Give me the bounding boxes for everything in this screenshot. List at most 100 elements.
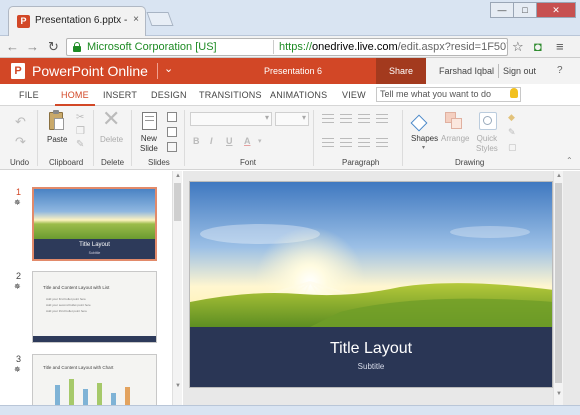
underline-button[interactable]: U (226, 136, 233, 146)
browser-titlebar: P Presentation 6.pptx - Micr × — □ ✕ (0, 0, 580, 36)
font-name-select[interactable] (190, 112, 272, 126)
shape-outline-icon[interactable]: ✎ (508, 127, 516, 138)
shape-effects-icon[interactable]: ▢ (508, 142, 517, 153)
group-label-slides: Slides (148, 158, 170, 167)
document-title[interactable]: Presentation 6 (264, 66, 322, 76)
group-label-undo: Undo (10, 158, 30, 167)
browser-tab[interactable]: P Presentation 6.pptx - Micr × (8, 6, 146, 36)
url-text[interactable]: https://onedrive.live.com/edit.aspx?resi… (279, 41, 507, 53)
thumb-chart-bar (97, 383, 102, 405)
decrease-indent-icon[interactable] (358, 114, 370, 123)
user-name[interactable]: Farshad Iqbal (439, 66, 494, 76)
bold-button[interactable]: B (193, 136, 200, 146)
scroll-down-icon[interactable]: ▼ (556, 391, 562, 397)
thumb-title: Title and Content Layout with Chart (43, 365, 114, 370)
duplicate-slide-icon[interactable] (167, 127, 177, 137)
undo-icon[interactable]: ↶ (15, 114, 26, 130)
slide-editor[interactable]: Title Layout Subtitle (189, 181, 553, 388)
arrange-label[interactable]: Arrange (441, 134, 469, 143)
thumb-bullet: Add your first bullet point here (46, 297, 86, 301)
paste-label[interactable]: Paste (47, 135, 67, 144)
slide-canvas: Title Layout Subtitle (183, 171, 580, 405)
thumb-chart-bar (69, 379, 74, 405)
thumb-chart-bar (55, 385, 60, 405)
share-button[interactable]: Share (376, 58, 426, 84)
tab-file[interactable]: FILE (19, 90, 39, 100)
comment-icon: ✵ (14, 282, 21, 291)
hide-slide-icon[interactable] (167, 142, 177, 152)
slide-title[interactable]: Title Layout (190, 340, 552, 358)
quick-styles-icon[interactable] (479, 112, 497, 130)
star-icon[interactable]: ☆ (512, 39, 524, 55)
shapes-label[interactable]: Shapes (411, 134, 438, 143)
slide-scrollbar[interactable]: ▲ ▼ (553, 171, 563, 405)
paste-icon[interactable] (47, 110, 65, 132)
chevron-down-icon[interactable]: ⌄ (164, 62, 173, 75)
certificate-label: Microsoft Corporation [US] (87, 41, 217, 53)
increase-indent-icon[interactable] (376, 114, 388, 123)
thumbnails-scrollbar[interactable]: ▲ ▼ (172, 171, 182, 405)
group-label-clipboard: Clipboard (49, 158, 84, 167)
tab-design[interactable]: DESIGN (151, 90, 187, 100)
tab-insert[interactable]: INSERT (103, 90, 137, 100)
format-painter-icon[interactable]: ✎ (76, 139, 84, 150)
scroll-down-icon[interactable]: ▼ (175, 383, 181, 389)
tab-animations[interactable]: ANIMATIONS (270, 90, 327, 100)
group-label-drawing: Drawing (455, 158, 485, 167)
justify-icon[interactable] (376, 138, 388, 147)
new-slide-icon[interactable] (142, 112, 157, 130)
quick-styles-label[interactable]: Quick Styles (476, 134, 498, 154)
arrange-icon[interactable] (445, 112, 463, 130)
reload-icon[interactable]: ↻ (48, 39, 59, 55)
scroll-up-icon[interactable]: ▲ (556, 173, 562, 179)
font-size-select[interactable] (275, 112, 309, 126)
align-center-icon[interactable] (340, 138, 352, 147)
scrollbar-thumb[interactable] (555, 183, 562, 383)
shape-fill-icon[interactable]: ◆ (508, 112, 515, 123)
delete-x-icon[interactable]: ✕ (102, 108, 120, 130)
delete-label[interactable]: Delete (100, 135, 123, 144)
sign-out-link[interactable]: Sign out (503, 66, 536, 76)
tab-home[interactable]: HOME (55, 84, 95, 106)
slide-thumbnail-2[interactable]: Title and Content Layout with List Add y… (32, 271, 157, 343)
scrollbar-thumb[interactable] (174, 183, 181, 221)
bullets-icon[interactable] (322, 114, 334, 123)
thumb-title: Title Layout (79, 242, 110, 248)
cut-icon[interactable]: ✂ (76, 112, 84, 123)
scroll-up-icon[interactable]: ▲ (175, 173, 181, 179)
new-tab-button[interactable] (146, 12, 174, 26)
extension-icon[interactable]: ◘ (534, 39, 542, 54)
tab-transitions[interactable]: TRANSITIONS (199, 90, 262, 100)
menu-icon[interactable]: ≡ (556, 39, 564, 54)
copy-icon[interactable]: ❐ (76, 126, 85, 137)
slide-thumbnail-3[interactable]: Title and Content Layout with Chart (32, 354, 157, 405)
forward-arrow-icon[interactable]: → (26, 39, 39, 54)
font-color-button[interactable]: A (244, 136, 251, 146)
chevron-down-icon[interactable]: ▾ (258, 137, 262, 145)
italic-button[interactable]: I (210, 136, 213, 146)
slide-thumbnail-1[interactable]: Title Layout Subtitle (32, 187, 157, 261)
redo-icon[interactable]: ↷ (15, 134, 26, 150)
shapes-icon[interactable] (410, 111, 433, 132)
app-name[interactable]: PowerPoint Online (32, 63, 148, 79)
align-left-icon[interactable] (322, 138, 334, 147)
comment-icon: ✵ (14, 198, 21, 207)
close-tab-icon[interactable]: × (133, 14, 139, 25)
thumb-chart-bar (83, 389, 88, 405)
slide-subtitle[interactable]: Subtitle (190, 362, 552, 371)
chevron-down-icon[interactable]: ▾ (422, 144, 425, 151)
help-icon[interactable]: ? (557, 65, 563, 76)
address-bar[interactable]: Microsoft Corporation [US] https://onedr… (66, 38, 508, 56)
close-window-button[interactable]: ✕ (536, 2, 576, 18)
back-arrow-icon[interactable]: ← (6, 39, 19, 54)
maximize-button[interactable]: □ (513, 2, 537, 18)
numbering-icon[interactable] (340, 114, 352, 123)
tell-me-input[interactable]: Tell me what you want to do (376, 87, 521, 102)
minimize-button[interactable]: — (490, 2, 514, 18)
collapse-ribbon-icon[interactable]: ⌃ (566, 156, 573, 165)
align-right-icon[interactable] (358, 138, 370, 147)
new-slide-label[interactable]: New Slide (140, 134, 158, 154)
layout-icon[interactable] (167, 112, 177, 122)
tab-title: Presentation 6.pptx - Micr (35, 15, 127, 26)
tab-view[interactable]: VIEW (342, 90, 366, 100)
